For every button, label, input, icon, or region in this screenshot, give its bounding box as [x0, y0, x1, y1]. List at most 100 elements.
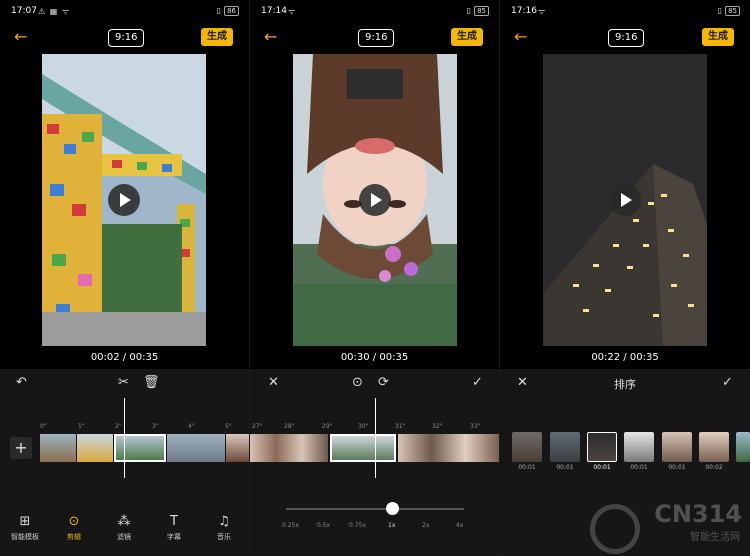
generate-button[interactable]: 生成	[201, 28, 233, 46]
split-scissors-icon[interactable]: ✂	[118, 375, 129, 390]
status-time: 17:07	[11, 6, 37, 16]
timecode: 00:30 / 00:35	[340, 352, 409, 363]
filter-icon: ⁂	[117, 514, 131, 529]
clip-duration: 00:01	[593, 464, 611, 471]
notification-icons: ⚠ ▦ ᯤ	[38, 7, 71, 16]
status-time: 17:16	[511, 6, 537, 16]
editor-panel-speed: 17:14 ᯤ ▯ 85 ← 9:16 生成 00:30 / 00:35 ✕ ⊙…	[250, 0, 499, 556]
sort-clip[interactable]	[550, 432, 580, 462]
speed-label[interactable]: 0.75x	[349, 522, 366, 529]
watermark-logo-icon	[590, 504, 640, 554]
nav-music[interactable]: ♫ 音乐	[204, 514, 244, 542]
ruler-tick: 5"	[225, 423, 232, 430]
sort-clip[interactable]	[699, 432, 729, 462]
sort-clip-selected[interactable]	[587, 432, 617, 462]
close-icon[interactable]: ✕	[517, 375, 528, 390]
sort-clip[interactable]	[512, 432, 542, 462]
ruler-tick: 33"	[470, 423, 481, 430]
vibrate-icon: ▯	[717, 6, 722, 15]
back-arrow-icon[interactable]: ←	[264, 26, 277, 48]
nav-label: 滤镜	[117, 533, 131, 541]
sort-title: 排序	[614, 378, 636, 391]
confirm-check-icon[interactable]: ✓	[722, 375, 733, 390]
vibrate-icon: ▯	[466, 6, 471, 15]
notification-icons: ᯤ	[288, 7, 297, 16]
timeline-strip[interactable]	[40, 434, 249, 462]
confirm-check-icon[interactable]: ✓	[472, 375, 483, 390]
ruler-tick: 32"	[432, 423, 443, 430]
aspect-ratio-button[interactable]: 9:16	[358, 29, 395, 47]
clip-duration: 00:01	[556, 464, 574, 471]
speed-slider-knob[interactable]	[386, 502, 399, 515]
undo-icon[interactable]: ↶	[16, 375, 27, 390]
ruler-tick: 1"	[78, 423, 85, 430]
back-arrow-icon[interactable]: ←	[514, 26, 527, 48]
ruler-tick: 29"	[322, 423, 333, 430]
play-button[interactable]	[359, 184, 391, 216]
delete-trash-icon[interactable]: 🗑	[143, 375, 160, 390]
play-button[interactable]	[108, 184, 140, 216]
clip-duration: 00:02	[705, 464, 723, 471]
timeline-thumb	[250, 434, 328, 462]
status-bar: 17:14 ᯤ ▯ 85	[250, 0, 499, 22]
status-bar: 17:07 ⚠ ▦ ᯤ ▯ 86	[0, 0, 249, 22]
nav-label: 字幕	[167, 533, 181, 541]
aspect-ratio-button[interactable]: 9:16	[608, 29, 645, 47]
cut-icon: ⊙	[68, 514, 80, 529]
text-icon: T	[170, 514, 178, 529]
ruler-tick: 31"	[395, 423, 406, 430]
sort-clip[interactable]	[624, 432, 654, 462]
timeline-thumb	[398, 434, 499, 462]
timecode: 00:22 / 00:35	[591, 352, 659, 363]
ruler-tick: 27"	[252, 423, 263, 430]
timeline-thumb	[167, 434, 225, 462]
top-bar: ← 9:16 生成	[250, 26, 499, 50]
status-bar: 17:16 ᯤ ▯ 85	[500, 0, 750, 22]
speed-label[interactable]: 2x	[422, 522, 429, 529]
watermark-text: CN314	[654, 500, 742, 528]
vibrate-icon: ▯	[216, 6, 221, 15]
music-icon: ♫	[218, 514, 230, 529]
speed-label[interactable]: 4x	[456, 522, 463, 529]
nav-edit[interactable]: ⊙ 剪辑	[54, 514, 94, 542]
aspect-ratio-button[interactable]: 9:16	[108, 29, 145, 47]
timeline-thumb-selected[interactable]	[114, 434, 166, 462]
ruler-tick: 30"	[358, 423, 369, 430]
ruler-tick: 3"	[152, 423, 159, 430]
ruler-tick: 28"	[284, 423, 295, 430]
generate-button[interactable]: 生成	[451, 28, 483, 46]
timeline-thumb-selected[interactable]	[330, 434, 396, 462]
generate-button[interactable]: 生成	[702, 28, 734, 46]
back-arrow-icon[interactable]: ←	[14, 26, 27, 48]
nav-smart-template[interactable]: ⊞ 智能模板	[5, 514, 45, 542]
battery-indicator: 86	[224, 6, 239, 16]
flip-icon[interactable]: ⟳	[378, 375, 389, 390]
nav-subtitle[interactable]: T 字幕	[154, 514, 194, 542]
speed-label-selected[interactable]: 1x	[388, 522, 395, 529]
video-preview[interactable]	[42, 54, 206, 346]
video-preview[interactable]	[543, 54, 707, 346]
sort-clip[interactable]	[662, 432, 692, 462]
clip-duration: 00:01	[630, 464, 648, 471]
play-button[interactable]	[609, 184, 641, 216]
top-bar: ← 9:16 生成	[500, 26, 750, 50]
playhead[interactable]	[375, 398, 376, 478]
nav-filter[interactable]: ⁂ 滤镜	[104, 514, 144, 542]
add-clip-button[interactable]: +	[10, 437, 32, 459]
video-preview[interactable]	[293, 54, 457, 346]
sort-clip[interactable]	[736, 432, 750, 462]
speed-label[interactable]: 0.5x	[317, 522, 330, 529]
timeline-thumb	[40, 434, 76, 462]
speed-slider-track[interactable]	[286, 508, 464, 510]
rotate-icon[interactable]: ⊙	[352, 375, 363, 390]
top-bar: ← 9:16 生成	[0, 26, 249, 50]
clip-duration: 00:01	[668, 464, 686, 471]
timeline-thumb	[226, 434, 249, 462]
battery-indicator: 85	[725, 6, 740, 16]
nav-label: 剪辑	[67, 533, 81, 541]
speed-label[interactable]: 0.25x	[282, 522, 299, 529]
status-time: 17:14	[261, 6, 287, 16]
editor-panel-sort: 17:16 ᯤ ▯ 85 ← 9:16 生成 00:22 / 00:35 ✕ 排…	[500, 0, 750, 556]
playhead[interactable]	[124, 398, 125, 478]
close-icon[interactable]: ✕	[268, 375, 279, 390]
